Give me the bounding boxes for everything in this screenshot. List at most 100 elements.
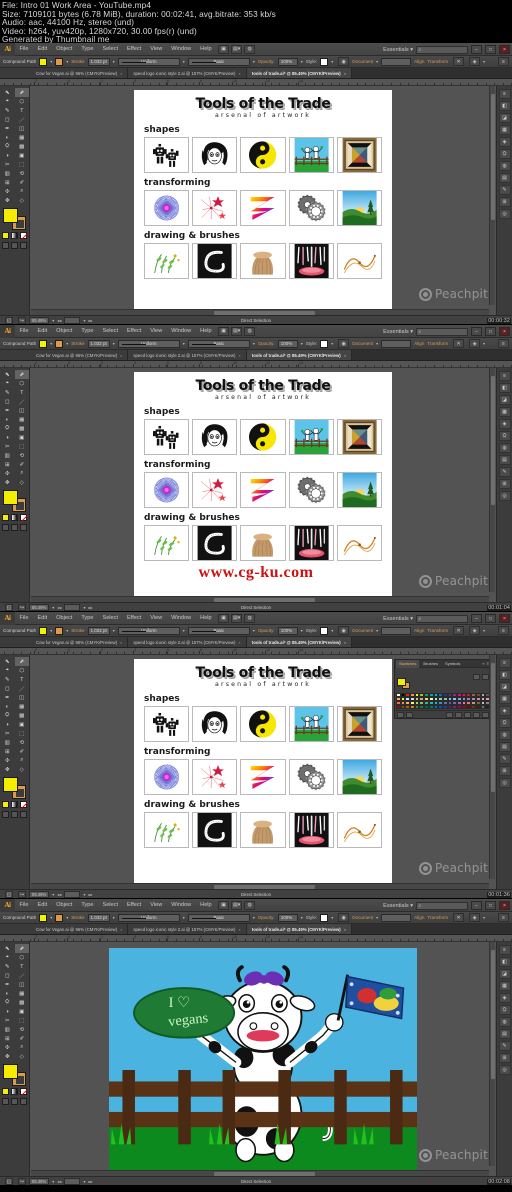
dock-icon-6[interactable]: ◍ xyxy=(498,1017,511,1027)
artwork-thumb-leaf-sketch[interactable] xyxy=(144,243,190,279)
opacity-field[interactable]: 100% xyxy=(277,339,298,348)
artwork-thumb-leaf-sketch[interactable] xyxy=(144,525,190,561)
none-mode-icon[interactable] xyxy=(20,232,27,239)
artwork-thumb-girl-face[interactable] xyxy=(192,706,238,742)
full-screen-mode-icon[interactable] xyxy=(11,1098,18,1105)
shape-builder-icon[interactable]: ✕ xyxy=(453,626,465,635)
menu-item-type[interactable]: Type xyxy=(77,46,98,52)
artboard-nav-icon[interactable]: ◱ xyxy=(5,891,13,898)
fill-swatch[interactable] xyxy=(39,339,48,348)
shape-builder-icon[interactable]: ✕ xyxy=(453,57,465,66)
fill-swatch[interactable] xyxy=(39,626,48,635)
document-tab-0[interactable]: Cow for Vegan.ai @ 96% (CMYK/Preview) × xyxy=(31,637,129,647)
tool-6[interactable]: ◻ xyxy=(0,971,15,980)
dock-icon-1[interactable]: ◧ xyxy=(498,101,511,111)
bridge-icon[interactable]: ▣ xyxy=(218,44,230,54)
tool-8[interactable]: ✒ xyxy=(0,693,15,702)
normal-screen-mode-icon[interactable] xyxy=(2,1098,9,1105)
opacity-label[interactable]: Opacity: xyxy=(258,915,275,920)
presentation-mode-icon[interactable] xyxy=(20,1098,27,1105)
tool-12[interactable]: ⛭ xyxy=(0,711,15,720)
swatch-libraries-icon[interactable] xyxy=(397,711,404,718)
artwork-thumb-star-burst[interactable] xyxy=(192,190,238,226)
menu-item-edit[interactable]: Edit xyxy=(33,615,52,621)
tool-13[interactable]: ▩ xyxy=(15,998,30,1007)
tool-2[interactable]: ⌖ xyxy=(0,379,15,388)
menu-item-effect[interactable]: Effect xyxy=(123,902,146,908)
artwork-thumb-curve-lines[interactable] xyxy=(336,525,383,561)
workspace-switcher[interactable]: Essentials ▾ xyxy=(383,47,413,53)
stroke-weight-field[interactable]: 1.032 pt xyxy=(87,626,110,635)
zoom-level-field[interactable]: 85.49% xyxy=(29,604,50,611)
maximize-button[interactable]: □ xyxy=(485,45,496,54)
document-setup-icon[interactable]: ◉ xyxy=(338,913,350,922)
artboard-number-field[interactable] xyxy=(64,1178,81,1185)
arrange-documents-icon[interactable]: ▤▾ xyxy=(231,613,243,623)
tool-17[interactable]: ⬚ xyxy=(15,1016,30,1025)
tool-23[interactable]: ⌕ xyxy=(15,756,30,765)
presentation-mode-icon[interactable] xyxy=(20,242,27,249)
normal-screen-mode-icon[interactable] xyxy=(2,242,9,249)
align-label[interactable]: Align xyxy=(414,59,424,64)
vertical-scrollbar[interactable] xyxy=(489,86,495,305)
workspace-switcher[interactable]: Essentials ▾ xyxy=(383,329,413,335)
tool-8[interactable]: ✒ xyxy=(0,980,15,989)
dock-icon-4[interactable]: ◈ xyxy=(498,419,511,429)
dock-icon-8[interactable]: ✎ xyxy=(498,185,511,195)
panel-menu-icon[interactable]: ≡ xyxy=(498,339,509,348)
tool-10[interactable]: ◐ xyxy=(0,133,15,142)
menu-item-edit[interactable]: Edit xyxy=(33,46,52,52)
maximize-button[interactable]: □ xyxy=(485,614,496,623)
list-view-icon[interactable] xyxy=(473,673,480,680)
stock-icon[interactable]: ◍ xyxy=(244,900,256,910)
dock-icon-1[interactable]: ◧ xyxy=(498,957,511,967)
tool-23[interactable]: ⌕ xyxy=(15,1043,30,1052)
dock-icon-10[interactable]: ◎ xyxy=(498,491,511,501)
document-setup-label[interactable]: Document xyxy=(352,59,373,64)
close-button[interactable]: × xyxy=(499,614,510,623)
tool-18[interactable]: ▥ xyxy=(0,738,15,747)
panel-tab-swatches[interactable]: Swatches xyxy=(396,659,420,668)
tool-14[interactable]: ◑ xyxy=(0,720,15,729)
align-label[interactable]: Align xyxy=(414,341,424,346)
new-group-icon[interactable] xyxy=(464,711,471,718)
dock-icon-5[interactable]: ⛭ xyxy=(498,718,511,728)
dock-icon-0[interactable]: ≡ xyxy=(498,89,511,99)
close-icon[interactable]: × xyxy=(344,71,346,76)
document-setup-label[interactable]: Document xyxy=(352,915,373,920)
tool-15[interactable]: ▣ xyxy=(15,433,30,442)
transform-label[interactable]: Transform xyxy=(427,915,448,920)
preferences-field[interactable] xyxy=(381,626,412,635)
artboard-number-field[interactable] xyxy=(64,891,81,898)
menu-item-help[interactable]: Help xyxy=(196,328,217,334)
dock-icon-9[interactable]: ⊞ xyxy=(498,766,511,776)
tool-18[interactable]: ▥ xyxy=(0,1025,15,1034)
artwork-thumb-girl-face[interactable] xyxy=(192,419,238,455)
artboard[interactable]: Tools of the Trade arsenal of artwork sh… xyxy=(134,659,392,889)
tool-0[interactable]: ⬉ xyxy=(0,944,15,953)
recolor-art-icon[interactable]: ◈ xyxy=(469,339,481,348)
gradient-mode-icon[interactable] xyxy=(11,514,18,521)
stroke-label[interactable]: Stroke xyxy=(71,915,84,920)
artwork-thumb-kids-fence[interactable] xyxy=(288,137,334,173)
stroke-weight-field[interactable]: 1.032 pt xyxy=(87,913,110,922)
close-button[interactable]: × xyxy=(499,901,510,910)
graphic-style-swatch[interactable] xyxy=(320,339,329,348)
first-artboard-icon[interactable]: ◂◂ xyxy=(57,318,61,323)
tool-3[interactable]: ⬡ xyxy=(15,666,30,675)
close-icon[interactable]: × xyxy=(238,927,240,932)
tool-22[interactable]: ✣ xyxy=(0,1043,15,1052)
dock-icon-8[interactable]: ✎ xyxy=(498,1041,511,1051)
document-setup-label[interactable]: Document xyxy=(352,628,373,633)
menu-item-select[interactable]: Select xyxy=(98,902,123,908)
tool-24[interactable]: ✥ xyxy=(0,196,15,205)
stroke-label[interactable]: Stroke xyxy=(71,628,84,633)
tool-11[interactable]: ▦ xyxy=(15,702,30,711)
tool-0[interactable]: ⬉ xyxy=(0,370,15,379)
menu-item-help[interactable]: Help xyxy=(196,46,217,52)
normal-screen-mode-icon[interactable] xyxy=(2,811,9,818)
document-tab-1[interactable]: speed logo iconic style 2.ai @ 157% (CMY… xyxy=(128,637,247,647)
menu-item-object[interactable]: Object xyxy=(52,328,77,334)
artwork-thumb-calligraphy[interactable] xyxy=(192,243,238,279)
tool-15[interactable]: ▣ xyxy=(15,720,30,729)
